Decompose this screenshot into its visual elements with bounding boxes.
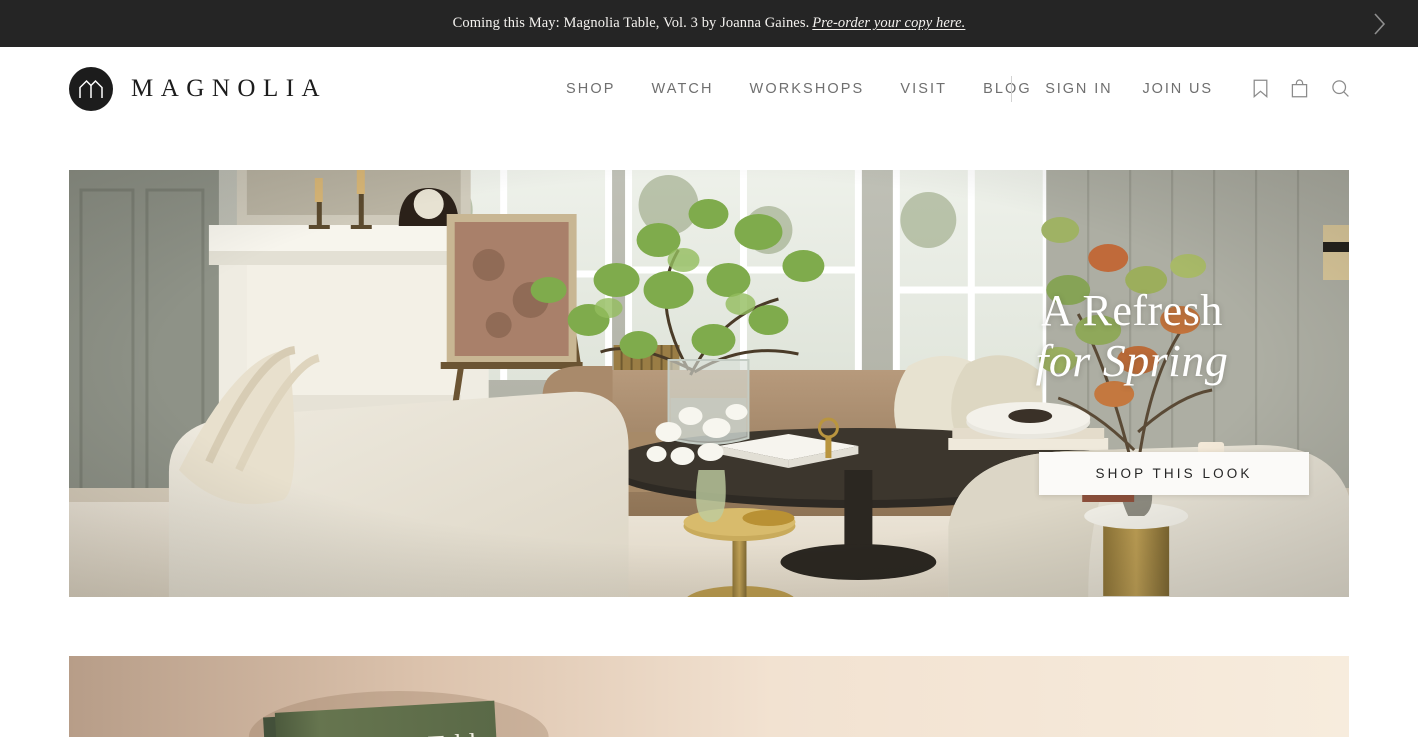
- cart-button[interactable]: [1291, 79, 1308, 98]
- search-icon: [1332, 80, 1349, 97]
- chevron-right-icon: [1373, 12, 1385, 35]
- nav-item-watch[interactable]: WATCH: [634, 81, 732, 97]
- announcement-next-button[interactable]: [1362, 0, 1396, 47]
- hero-scene: [69, 170, 1349, 597]
- brand-name: MAGNOLIA: [131, 75, 328, 102]
- announcement-message: Coming this May: Magnolia Table, Vol. 3 …: [452, 15, 810, 31]
- shopping-bag-icon: [1291, 79, 1308, 98]
- sign-in-link[interactable]: SIGN IN: [1045, 81, 1112, 97]
- bookmark-icon: [1253, 79, 1268, 98]
- announcement-bar: Coming this May: Magnolia Table, Vol. 3 …: [0, 0, 1418, 47]
- nav-item-workshops[interactable]: WORKSHOPS: [732, 81, 883, 97]
- join-us-link[interactable]: JOIN US: [1143, 81, 1214, 97]
- magnolia-m-glyph: [79, 79, 103, 98]
- book-promo-section[interactable]: Magnolia Table: [69, 656, 1349, 737]
- hero-image: [69, 170, 1349, 597]
- nav-item-shop[interactable]: SHOP: [566, 81, 634, 97]
- announcement-text: Coming this May: Magnolia Table, Vol. 3 …: [453, 15, 966, 32]
- header-actions: SIGN IN JOIN US: [1011, 47, 1350, 130]
- hero-section: A Refresh for Spring SHOP THIS LOOK: [69, 170, 1349, 597]
- search-button[interactable]: [1331, 79, 1350, 98]
- header-divider: [1011, 75, 1013, 102]
- book-promo-image: Magnolia Table: [69, 656, 1349, 737]
- brand-logo[interactable]: MAGNOLIA: [69, 66, 328, 111]
- site-header: MAGNOLIA SHOP WATCH WORKSHOPS VISIT BLOG…: [0, 47, 1418, 130]
- shop-this-look-button[interactable]: SHOP THIS LOOK: [1039, 452, 1309, 495]
- preorder-link[interactable]: Pre-order your copy here.: [812, 15, 965, 31]
- nav-item-visit[interactable]: VISIT: [882, 81, 965, 97]
- header-icon-group: [1253, 79, 1350, 98]
- bookmark-button[interactable]: [1253, 79, 1268, 98]
- magnolia-m-logo: [69, 66, 113, 111]
- main-navigation: SHOP WATCH WORKSHOPS VISIT BLOG: [566, 47, 1050, 130]
